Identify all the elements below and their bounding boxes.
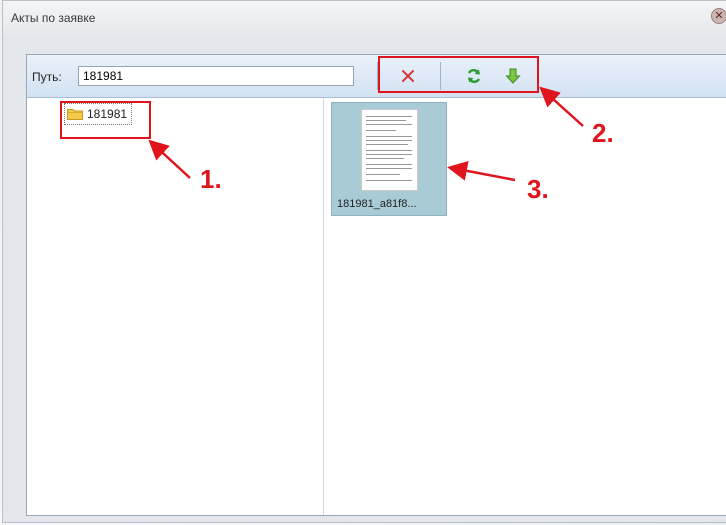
arrow-3 [447, 160, 516, 182]
annotation-label-1: 1. [200, 164, 222, 194]
annotation-arrows [148, 86, 584, 182]
annotation-label-2: 2. [592, 118, 614, 148]
arrow-1 [148, 139, 191, 179]
annotation-label-3: 3. [527, 174, 549, 204]
arrow-2 [539, 86, 584, 127]
